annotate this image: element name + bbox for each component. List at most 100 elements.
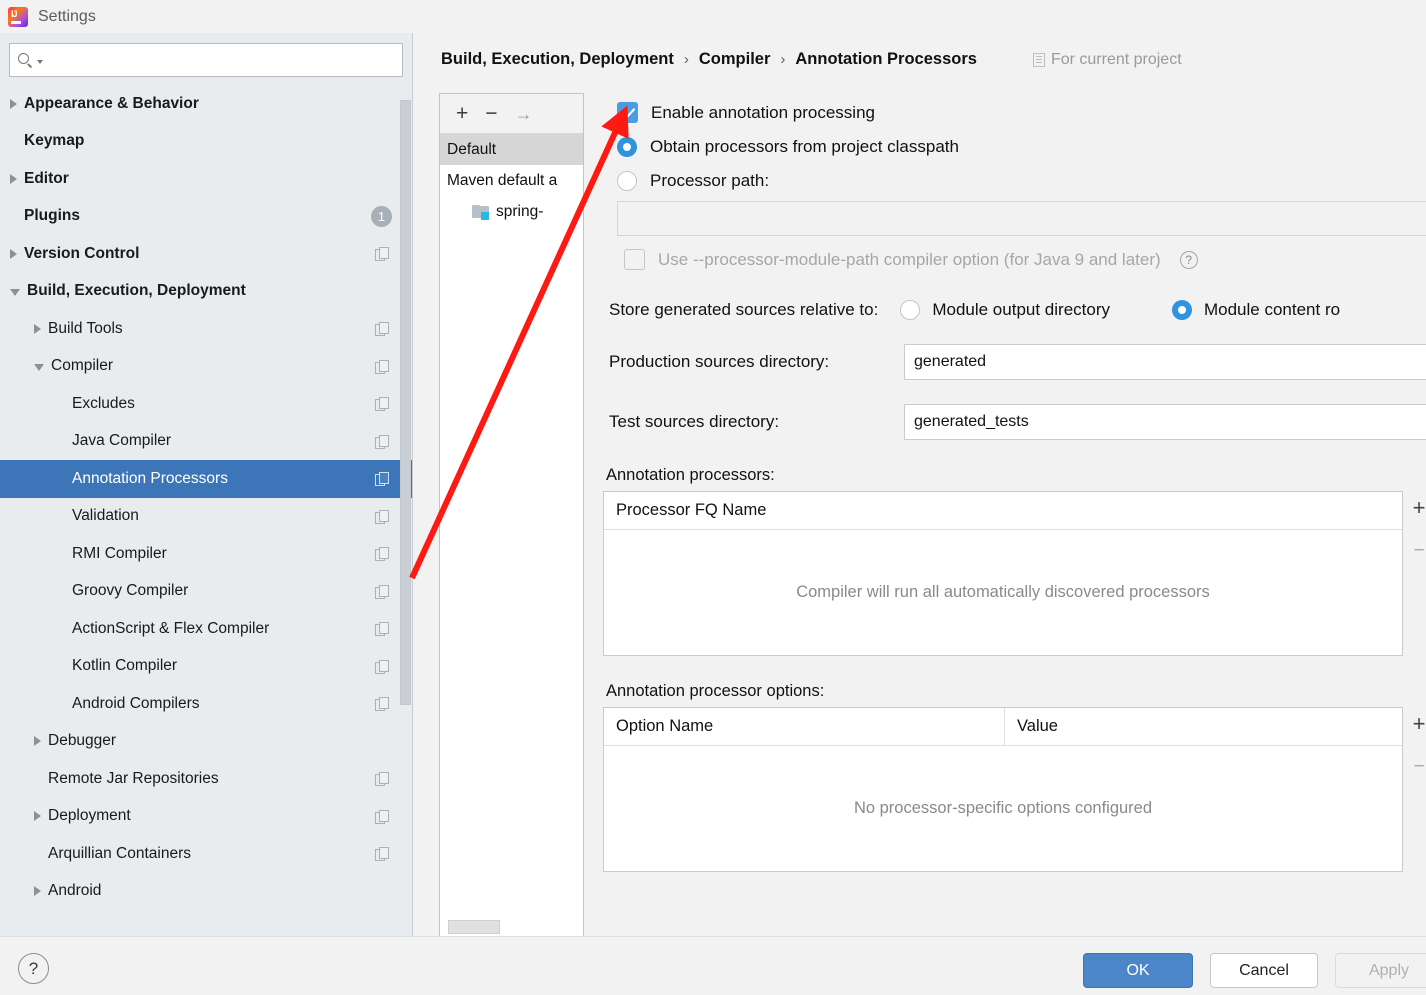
chevron-right-icon[interactable] <box>10 98 17 109</box>
sidebar-item-version-control[interactable]: Version Control <box>0 235 412 273</box>
ok-button[interactable]: OK <box>1083 953 1193 988</box>
sidebar-item-remote-jar-repositories[interactable]: Remote Jar Repositories <box>0 760 412 798</box>
copy-settings-icon[interactable] <box>375 397 389 412</box>
sidebar-item-editor[interactable]: Editor <box>0 160 412 198</box>
processor-path-row[interactable]: Processor path: <box>617 171 1426 191</box>
chevron-right-icon[interactable] <box>10 248 17 259</box>
copy-settings-icon[interactable] <box>375 772 389 787</box>
sidebar-item-keymap[interactable]: Keymap <box>0 123 412 161</box>
cancel-button[interactable]: Cancel <box>1210 953 1318 988</box>
copy-settings-icon[interactable] <box>375 434 389 449</box>
module-output-directory-option[interactable]: Module output directory <box>900 300 1110 320</box>
copy-settings-icon[interactable] <box>375 472 389 487</box>
table-header: Processor FQ Name <box>604 492 1402 530</box>
test-sources-input[interactable] <box>904 404 1426 440</box>
sidebar-item-validation[interactable]: Validation <box>0 498 412 536</box>
sidebar-item-groovy-compiler[interactable]: Groovy Compiler <box>0 573 412 611</box>
column-header-value[interactable]: Value <box>1004 708 1402 745</box>
profiles-toolbar: + − → <box>440 94 583 134</box>
copy-settings-icon[interactable] <box>375 547 389 562</box>
chevron-right-icon[interactable] <box>10 173 17 184</box>
copy-settings-icon[interactable] <box>375 697 389 712</box>
copy-settings-icon[interactable] <box>375 584 389 599</box>
add-processor-button[interactable]: + <box>1413 497 1426 519</box>
chevron-right-icon[interactable] <box>34 886 41 897</box>
use-processor-module-path-checkbox[interactable] <box>624 249 645 270</box>
column-header-processor-fq-name[interactable]: Processor FQ Name <box>604 492 1402 529</box>
copy-settings-icon[interactable] <box>375 359 389 374</box>
chevron-down-icon <box>37 59 43 64</box>
search-input[interactable] <box>47 52 394 68</box>
chevron-down-icon[interactable] <box>10 288 20 296</box>
copy-settings-icon[interactable] <box>375 247 389 262</box>
breadcrumb-item-1[interactable]: Compiler <box>699 50 771 69</box>
sidebar-item-build-tools[interactable]: Build Tools <box>0 310 412 348</box>
annotation-processors-table[interactable]: Processor FQ Name Compiler will run all … <box>603 491 1403 656</box>
move-to-profile-button[interactable]: → <box>515 105 533 123</box>
sidebar-item-label: Appearance & Behavior <box>24 94 199 112</box>
sidebar-item-arquillian-containers[interactable]: Arquillian Containers <box>0 835 412 873</box>
copy-settings-icon[interactable] <box>375 622 389 637</box>
module-content-root-option[interactable]: Module content ro <box>1171 300 1340 320</box>
copy-settings-icon[interactable] <box>375 809 389 824</box>
chevron-right-icon[interactable] <box>34 736 41 747</box>
sidebar-item-build-execution-deployment[interactable]: Build, Execution, Deployment <box>0 273 412 311</box>
sidebar-item-excludes[interactable]: Excludes <box>0 385 412 423</box>
remove-processor-button[interactable]: − <box>1413 541 1424 560</box>
sidebar-item-label: Android <box>48 882 102 900</box>
empty-message: Compiler will run all automatically disc… <box>796 583 1210 601</box>
profile-row-maven[interactable]: Maven default a <box>440 165 583 196</box>
folder-icon <box>472 204 490 220</box>
processor-path-input[interactable] <box>617 201 1426 236</box>
module-output-directory-label: Module output directory <box>932 300 1110 319</box>
column-header-option-name[interactable]: Option Name <box>604 708 1004 745</box>
copy-settings-icon[interactable] <box>375 847 389 862</box>
sidebar-item-plugins[interactable]: Plugins 1 <box>0 198 412 236</box>
processor-path-radio[interactable] <box>617 171 637 191</box>
sidebar-item-java-compiler[interactable]: Java Compiler <box>0 423 412 461</box>
profile-row-default[interactable]: Default <box>440 134 583 165</box>
sidebar-item-label: Build Tools <box>48 319 123 337</box>
chevron-right-icon[interactable] <box>34 811 41 822</box>
profiles-horizontal-scrollbar[interactable] <box>448 920 500 934</box>
search-box[interactable] <box>9 43 403 77</box>
sidebar-item-annotation-processors[interactable]: Annotation Processors <box>0 460 412 498</box>
use-processor-module-path-row[interactable]: Use --processor-module-path compiler opt… <box>624 249 1426 270</box>
add-profile-button[interactable]: + <box>456 103 468 124</box>
remove-option-button[interactable]: − <box>1413 757 1424 776</box>
sidebar-item-deployment[interactable]: Deployment <box>0 798 412 836</box>
module-content-root-radio[interactable] <box>1171 300 1192 320</box>
remove-profile-button[interactable]: − <box>485 103 497 124</box>
sidebar-item-appearance-behavior[interactable]: Appearance & Behavior <box>0 85 412 123</box>
enable-annotation-processing-checkbox[interactable] <box>617 102 638 123</box>
sidebar-item-actionscript-flex-compiler[interactable]: ActionScript & Flex Compiler <box>0 610 412 648</box>
question-icon[interactable]: ? <box>1179 250 1198 269</box>
sidebar-item-label: Keymap <box>24 132 85 150</box>
sidebar-item-android-compilers[interactable]: Android Compilers <box>0 685 412 723</box>
chevron-right-icon[interactable] <box>34 323 41 334</box>
enable-annotation-processing-row[interactable]: Enable annotation processing <box>617 102 1426 123</box>
copy-settings-icon[interactable] <box>375 322 389 337</box>
copy-settings-icon[interactable] <box>375 659 389 674</box>
profile-row-module[interactable]: spring- <box>440 196 583 227</box>
sidebar-item-label: Groovy Compiler <box>72 582 189 600</box>
sidebar-item-debugger[interactable]: Debugger <box>0 723 412 761</box>
chevron-down-icon[interactable] <box>34 363 44 371</box>
annotation-processor-options-table[interactable]: Option Name Value No processor-specific … <box>603 707 1403 872</box>
copy-settings-icon[interactable] <box>375 509 389 524</box>
module-output-directory-radio[interactable] <box>900 300 921 320</box>
add-option-button[interactable]: + <box>1413 713 1426 735</box>
sidebar-item-compiler[interactable]: Compiler <box>0 348 412 386</box>
processor-path-label: Processor path: <box>650 171 770 190</box>
sidebar-scrollbar[interactable] <box>400 100 411 705</box>
help-button[interactable]: ? <box>18 953 49 984</box>
sidebar-item-kotlin-compiler[interactable]: Kotlin Compiler <box>0 648 412 686</box>
sidebar-item-rmi-compiler[interactable]: RMI Compiler <box>0 535 412 573</box>
window-title: Settings <box>38 7 96 25</box>
breadcrumb-item-0[interactable]: Build, Execution, Deployment <box>441 50 674 69</box>
sidebar-item-android[interactable]: Android <box>0 873 412 911</box>
plugins-update-badge: 1 <box>371 205 392 227</box>
obtain-from-classpath-row[interactable]: Obtain processors from project classpath <box>617 137 1426 157</box>
production-sources-input[interactable] <box>904 344 1426 380</box>
obtain-from-classpath-radio[interactable] <box>617 137 637 157</box>
